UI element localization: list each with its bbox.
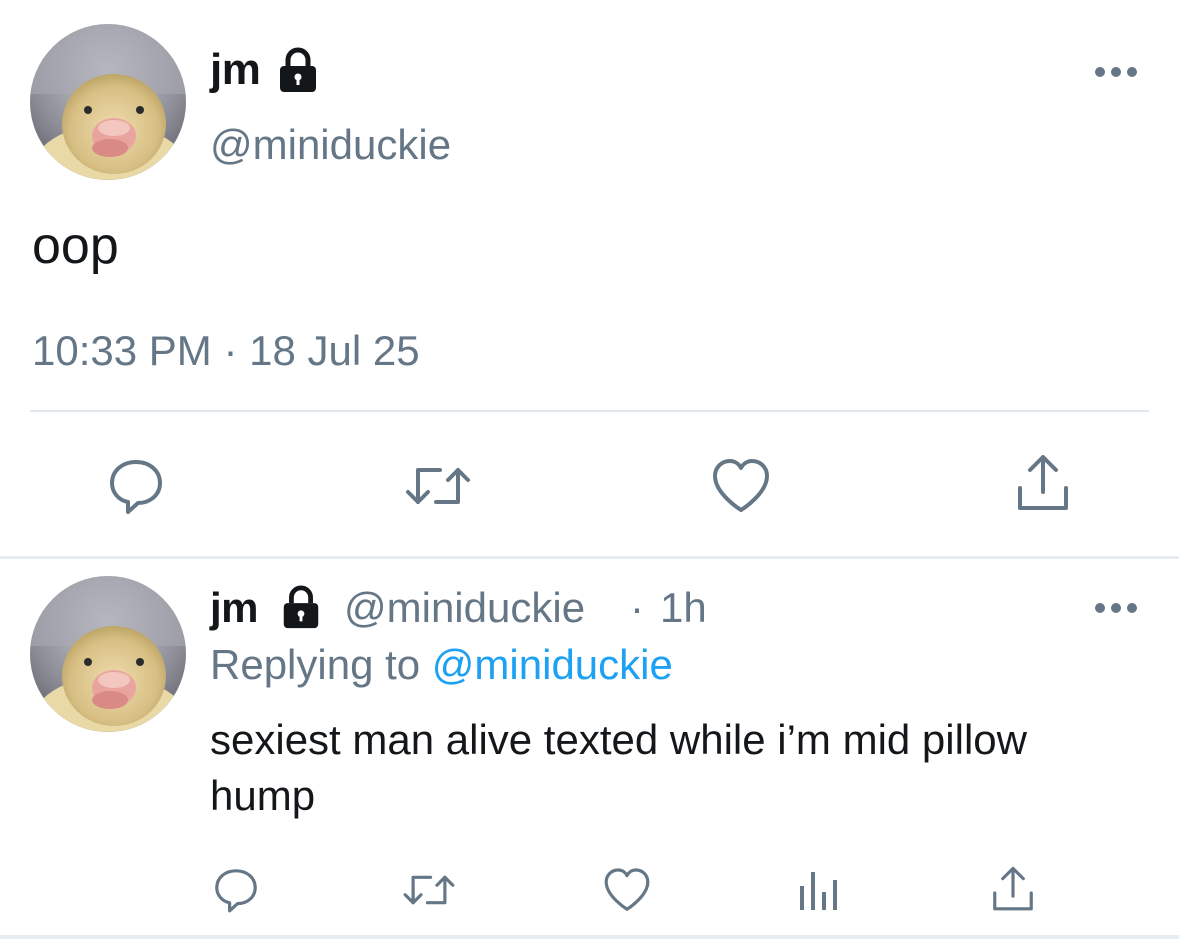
author-handle[interactable]: @miniduckie xyxy=(210,120,451,170)
reply-bubble-icon[interactable] xyxy=(106,456,166,521)
duckling-avatar-image xyxy=(30,576,186,732)
tweet-text: sexiest man alive texted while i’m mid p… xyxy=(210,716,1027,819)
retweet-icon[interactable] xyxy=(404,456,472,521)
bottom-divider xyxy=(0,935,1179,939)
lock-icon xyxy=(278,584,324,642)
author-handle[interactable]: @miniduckie xyxy=(344,582,585,634)
author-display-name[interactable]: jm xyxy=(210,44,261,96)
tweet-separator xyxy=(0,556,1179,559)
lock-icon xyxy=(274,46,322,99)
divider xyxy=(30,410,1149,412)
share-icon[interactable] xyxy=(990,864,1036,919)
retweet-icon[interactable] xyxy=(402,866,456,919)
heart-icon[interactable] xyxy=(710,456,772,521)
replying-to-line: Replying to @miniduckie xyxy=(210,638,673,692)
author-display-name[interactable]: jm xyxy=(210,582,259,634)
avatar[interactable] xyxy=(30,576,186,732)
heart-icon[interactable] xyxy=(602,866,652,919)
tweet-text: oop xyxy=(32,217,119,275)
separator-dot: · xyxy=(630,584,644,631)
reply-bubble-icon[interactable] xyxy=(212,866,260,919)
more-dots-icon[interactable] xyxy=(1092,598,1140,623)
replying-to-link[interactable]: @miniduckie xyxy=(432,641,673,688)
share-icon[interactable] xyxy=(1014,452,1072,519)
more-dots-icon[interactable] xyxy=(1092,62,1140,87)
relative-time[interactable]: 1h xyxy=(660,582,707,634)
duckling-avatar-image xyxy=(30,24,186,180)
tweet-timestamp[interactable]: 10:33 PM · 18 Jul 25 xyxy=(32,326,420,376)
replying-to-label: Replying to xyxy=(210,641,421,688)
avatar[interactable] xyxy=(30,24,186,180)
analytics-icon[interactable] xyxy=(798,868,838,917)
